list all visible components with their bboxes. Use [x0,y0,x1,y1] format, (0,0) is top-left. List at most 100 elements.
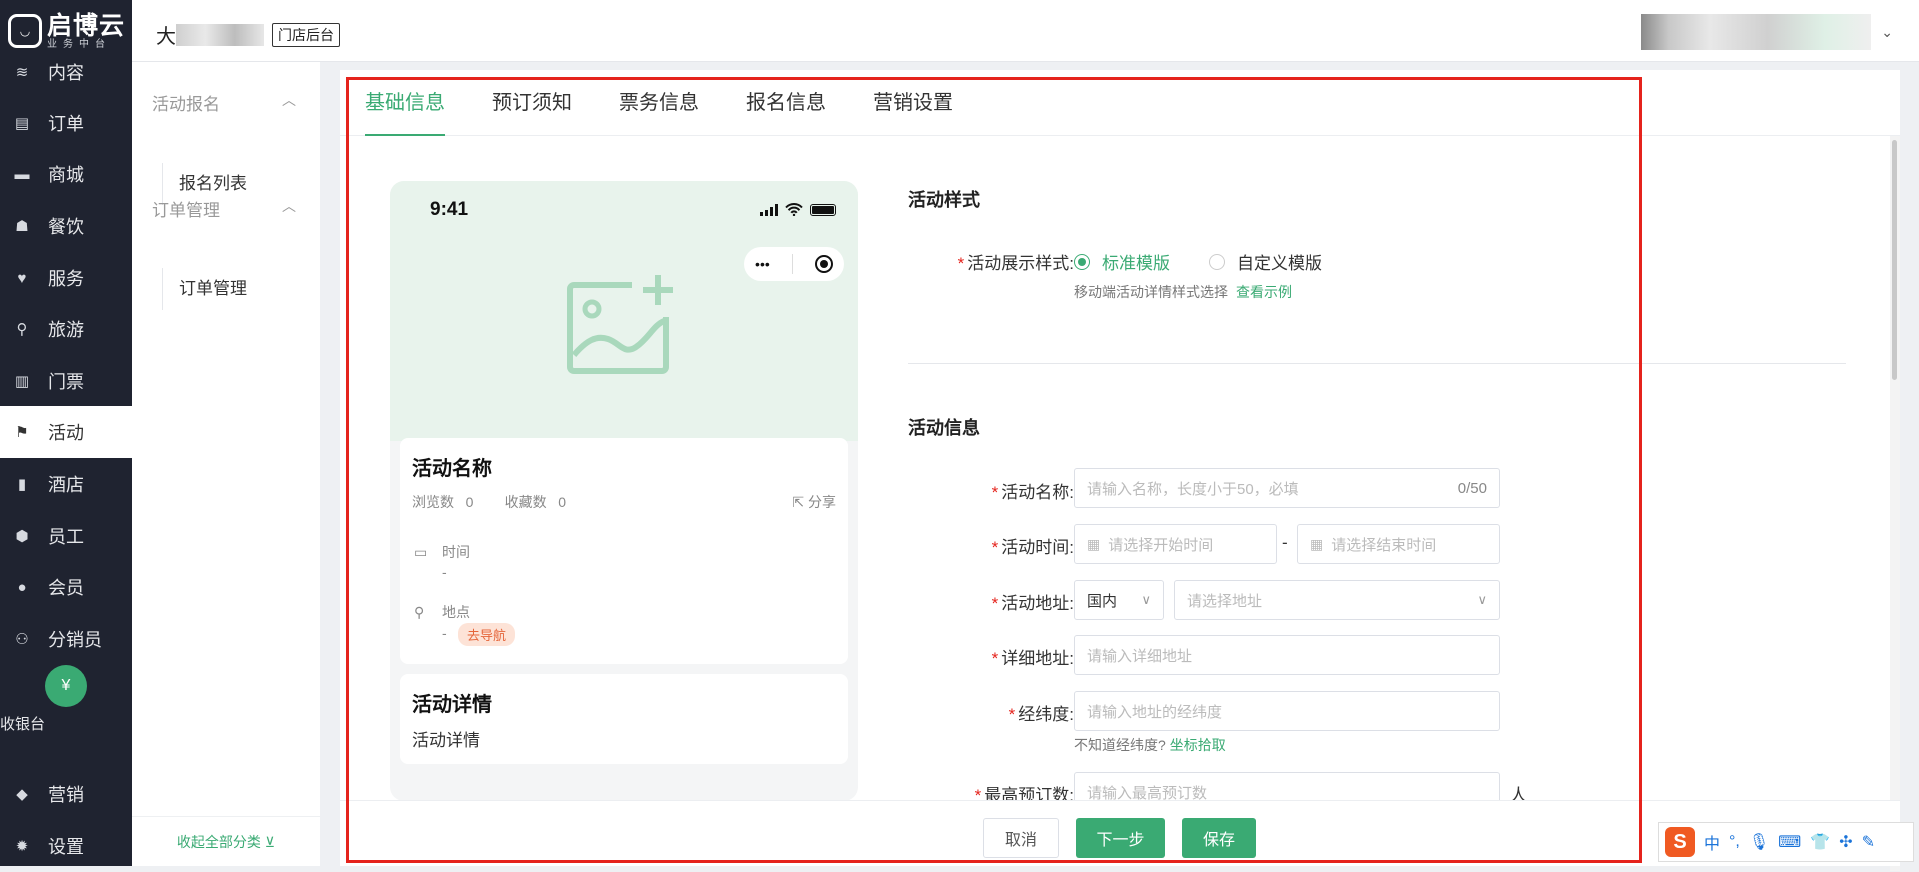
sidebar-item-label: 内容 [48,63,84,83]
end-time-picker[interactable]: ▦ 请选择结束时间 [1297,524,1500,564]
scrollbar[interactable] [1890,136,1900,871]
store-icon: ▬ [14,165,30,183]
tab-marketing-settings[interactable]: 营销设置 [873,70,953,136]
more-icon[interactable]: ••• [755,256,770,272]
toolbox-icon[interactable]: ✣ [1839,832,1852,852]
sidebar-item-label: 酒店 [48,475,84,495]
sidebar-item-staff[interactable]: ⬢ 员工 [0,510,132,562]
heart-icon: ♥ [17,269,27,287]
signal-icon [760,203,778,216]
sidebar-item-order[interactable]: ▤ 订单 [0,97,132,149]
radio-unchecked-icon[interactable] [1209,253,1225,270]
scrollbar-thumb[interactable] [1892,140,1897,380]
sidebar-item-tag[interactable]: ◆ 营销 [0,768,132,820]
section-title-info: 活动信息 [908,418,980,438]
preview-place-value: - [442,625,447,641]
map-pin-icon: ⚲ [16,321,28,338]
sogou-logo-icon[interactable]: S [1665,827,1695,857]
microphone-icon[interactable]: 🎙 [1749,832,1769,852]
handwriting-icon[interactable]: ✎ [1862,832,1875,852]
chef-hat-icon: ☗ [15,218,29,235]
sidebar-item-map-pin[interactable]: ⚲ 旅游 [0,303,132,355]
store-switcher[interactable]: 大 门店后台 [156,20,340,49]
sidebar-item-label: 旅游 [48,320,84,340]
mobile-preview: 9:41 ••• 活动名称 浏览数 0 收藏数 0 ⇱ 分享 ▭ 时间 - ⚲ 地点 [390,181,858,801]
sidebar-item-flag[interactable]: ⚑ 活动 [0,406,132,458]
sidebar-item-layers[interactable]: ≋ 内容 [0,46,132,98]
sidebar-item-distribution[interactable]: ⚇ 分销员 [0,613,132,665]
staff-icon: ⬢ [15,528,29,545]
sidebar-item-member[interactable]: ● 会员 [0,561,132,613]
close-target-icon[interactable] [814,255,833,273]
next-step-button[interactable]: 下一步 [1076,818,1165,858]
region-select[interactable]: 国内 ∨ [1074,580,1164,620]
preview-info-card: 活动名称 浏览数 0 收藏数 0 ⇱ 分享 ▭ 时间 - ⚲ 地点 - 去导航 [400,438,848,664]
tag-icon: ◆ [16,786,28,803]
save-button[interactable]: 保存 [1182,818,1256,858]
sidebar-item-heart[interactable]: ♥ 服务 [0,252,132,304]
radio-custom-template[interactable]: 自定义模版 [1209,249,1322,274]
store-name-redacted [176,23,264,46]
preview-place-row: ⚲ 地点 [414,603,470,621]
location-icon: ⚲ [414,603,425,620]
radio-standard-template[interactable]: 标准模版 [1074,249,1170,274]
submenu-group-activity-signup[interactable]: 活动报名 ︿ [152,90,312,115]
top-bar: 大 门店后台 ⌄ [132,0,1919,62]
user-menu[interactable]: ⌄ [1641,14,1893,50]
preview-share[interactable]: ⇱ 分享 [792,492,836,512]
ime-chinese-mode[interactable]: 中 [1704,830,1720,854]
collapse-all-button[interactable]: 收起全部分类 ⊻ [132,816,320,866]
tab-signup-info[interactable]: 报名信息 [746,70,826,136]
ime-toolbar[interactable]: S 中 °, 🎙 ⌨ 👕 ✣ ✎ [1658,822,1914,862]
tab-ticket-info[interactable]: 票务信息 [619,70,699,136]
sidebar-item-label: 活动 [48,423,84,443]
flag-icon: ⚑ [15,424,29,441]
sidebar-item-label: 门票 [48,372,84,392]
char-counter: 0/50 [1457,479,1487,497]
layers-icon: ≋ [15,64,29,81]
sidebar-item-settings[interactable]: ✹ 设置 [0,820,132,872]
store-backend-tag: 门店后台 [272,22,340,47]
sidebar-item-label: 分销员 [48,630,102,650]
tab-bar: 基础信息 预订须知 票务信息 报名信息 营销设置 [340,70,1900,136]
submenu-item-order-management[interactable]: 订单管理 [162,268,312,310]
cashier-button[interactable]: ¥ 收银台 [0,660,132,733]
distribution-icon: ⚇ [15,631,29,648]
status-time: 9:41 [430,199,469,220]
miniapp-capsule[interactable]: ••• [744,247,844,281]
order-icon: ▤ [14,115,30,132]
latlng-input[interactable]: 请输入地址的经纬度 [1074,691,1500,731]
preview-detail-text: 活动详情 [412,731,480,750]
preview-time-value: - [442,564,447,580]
navigate-button[interactable]: 去导航 [458,623,516,646]
sidebar-item-hotel[interactable]: ▮ 酒店 [0,458,132,510]
detail-address-input[interactable]: 请输入详细地址 [1074,635,1500,675]
sub-sidebar: 活动报名 ︿ 报名列表 订单管理 ︿ 订单管理 收起全部分类 ⊻ [132,62,320,866]
settings-icon: ✹ [15,838,29,855]
tab-basic-info[interactable]: 基础信息 [365,70,445,136]
view-example-link[interactable]: 查看示例 [1236,284,1292,300]
cancel-button[interactable]: 取消 [983,818,1059,858]
radio-checked-icon[interactable] [1074,253,1090,270]
detail-address-label: * 详细地址: [991,649,1074,668]
logo-mark-icon: ◡ [8,14,42,48]
sidebar-item-chef-hat[interactable]: ☗ 餐饮 [0,200,132,252]
chevron-down-icon: ⌄ [1881,23,1893,40]
sidebar-item-ticket[interactable]: ▥ 门票 [0,355,132,407]
chevron-up-icon: ︿ [282,198,296,214]
coordinate-picker-link[interactable]: 坐标拾取 [1170,737,1226,753]
start-time-picker[interactable]: ▦ 请选择开始时间 [1074,524,1277,564]
user-avatar-redacted [1641,14,1872,50]
activity-name-input[interactable]: 请输入名称，长度小于50，必填 0/50 [1074,468,1500,508]
ime-punctuation-icon[interactable]: °, [1729,833,1740,851]
latlng-hint: 不知道经纬度? 坐标拾取 [1074,737,1226,753]
address-select[interactable]: 请选择地址 ∨ [1174,580,1500,620]
submenu-group-order-management[interactable]: 订单管理 ︿ [152,196,312,221]
calendar-icon: ▦ [1087,535,1101,552]
keyboard-icon[interactable]: ⌨ [1778,832,1801,852]
name-label: * 活动名称: [991,483,1074,502]
tab-booking-notice[interactable]: 预订须知 [492,70,572,136]
sidebar-item-store[interactable]: ▬ 商城 [0,148,132,200]
ticket-icon: ▥ [14,373,30,390]
skin-icon[interactable]: 👕 [1810,832,1830,852]
